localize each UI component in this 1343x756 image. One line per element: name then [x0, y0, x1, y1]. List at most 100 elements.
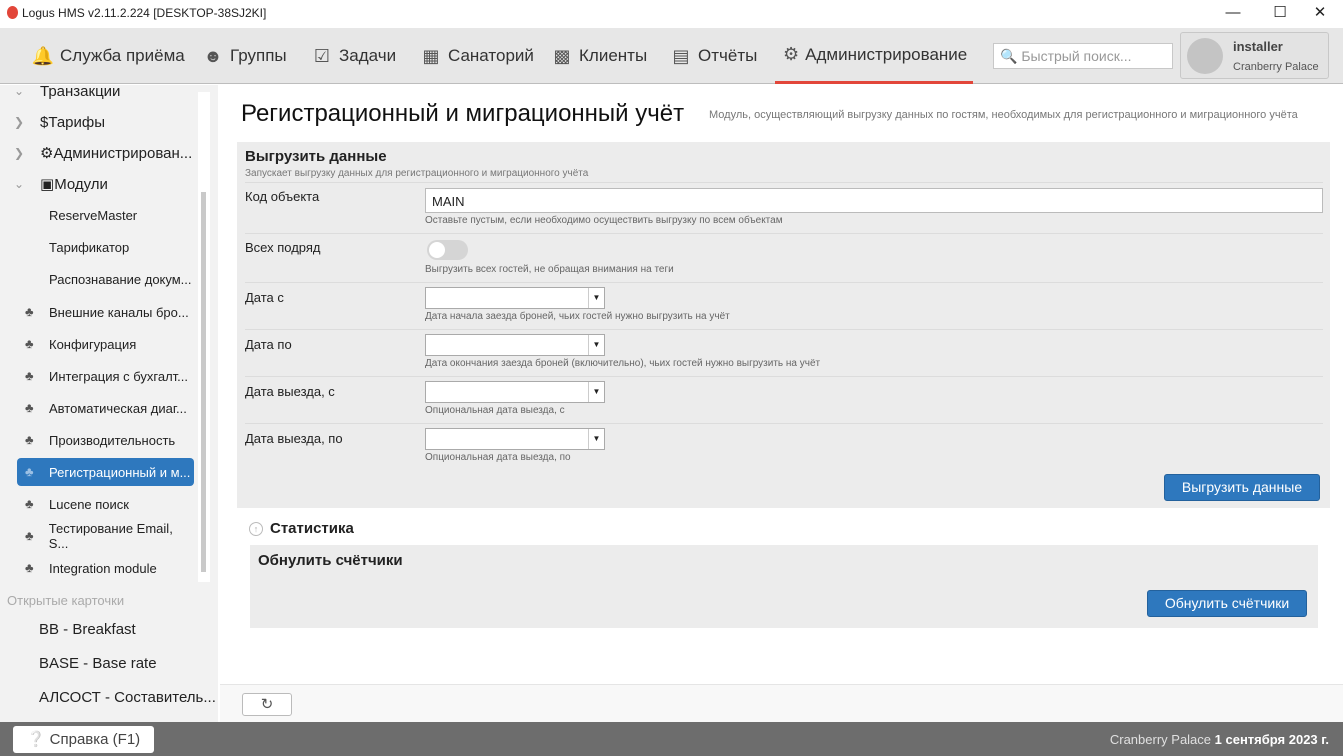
sidebar-item-label: Внешние каналы бро...	[49, 304, 189, 320]
avatar	[1187, 38, 1223, 74]
all-hint: Выгрузить всех гостей, не обращая вниман…	[425, 264, 674, 275]
date-from-label: Дата с	[245, 290, 284, 305]
gear-icon: ⚙	[40, 145, 54, 162]
sidebar-sub-item[interactable]: ReserveMaster	[49, 208, 137, 223]
open-card[interactable]: BASE - Base rate	[39, 655, 157, 672]
sidebar-item-label: Integration module	[49, 560, 157, 576]
puzzle-icon: ♣	[25, 528, 34, 543]
dropdown-arrow-icon[interactable]: ▼	[588, 288, 604, 308]
puzzle-icon: ♣	[25, 336, 34, 351]
nav-label: Служба приёма	[60, 46, 185, 65]
tree-label: Тарифы	[48, 113, 106, 131]
sidebar-item[interactable]: ♣ Конфигурация	[17, 330, 194, 358]
checkout-to-hint: Опциональная дата выезда, по	[425, 452, 571, 463]
sidebar-sub-item[interactable]: Распознавание докум...	[49, 272, 192, 287]
sidebar-sub-item[interactable]: Тарификатор	[49, 240, 129, 255]
puzzle-icon: ♣	[25, 400, 34, 415]
checkout-to-label: Дата выезда, по	[245, 431, 343, 446]
stats-title[interactable]: Статистика	[270, 520, 354, 537]
sidebar-item[interactable]: ♣ Производительность	[17, 426, 194, 454]
page-description: Модуль, осуществляющий выгрузку данных п…	[709, 109, 1298, 121]
object-code-hint: Оставьте пустым, если необходимо осущест…	[425, 215, 783, 226]
tree-label: Модули	[54, 175, 108, 193]
bar-chart-icon: ▤	[672, 45, 690, 66]
sidebar-item[interactable]: ♣ Внешние каналы бро...	[17, 298, 194, 326]
reset-counters-button[interactable]: Обнулить счётчики	[1147, 590, 1307, 617]
checkout-from-picker[interactable]: ▼	[425, 381, 605, 403]
scrollbar-thumb[interactable]	[201, 192, 206, 572]
nav-clients[interactable]: ▩ Клиенты	[551, 28, 647, 84]
tree-label: Администрирован...	[53, 144, 193, 162]
tree-administration[interactable]: ❯ ⚙ Администрирован...	[14, 139, 192, 167]
tree-modules[interactable]: ⌄ ▣ Модули	[14, 170, 108, 198]
open-card[interactable]: BB - Breakfast	[39, 621, 136, 638]
all-toggle[interactable]	[427, 240, 468, 260]
footer-property: Cranberry Palace	[1109, 732, 1212, 747]
nav-tasks[interactable]: ☑ Задачи	[311, 28, 396, 84]
sidebar-item[interactable]: ♣ Тестирование Email, S...	[17, 521, 194, 551]
sidebar-item-label: Регистрационный и м...	[49, 464, 191, 480]
date-from-picker[interactable]: ▼	[425, 287, 605, 309]
collapse-icon[interactable]: ↑	[249, 522, 263, 536]
close-button[interactable]: ✕	[1297, 2, 1343, 26]
tree-tariffs[interactable]: ❯ $ Тарифы	[14, 108, 105, 136]
nav-administration[interactable]: ⚙ Администрирование	[775, 28, 973, 84]
open-card[interactable]: АЛСОСТ - Составитель...	[39, 689, 216, 706]
quick-search-input[interactable]: 🔍 Быстрый поиск...	[993, 43, 1173, 69]
object-code-label: Код объекта	[245, 189, 320, 204]
sidebar-item-label: Тестирование Email, S...	[48, 521, 173, 551]
gears-icon: ⚙	[783, 44, 800, 64]
dollar-icon: $	[40, 113, 49, 131]
sidebar-item[interactable]: ♣ Интеграция с бухгалт...	[17, 362, 194, 390]
export-subtitle: Запускает выгрузку данных для регистраци…	[245, 168, 589, 179]
nav-label: Отчёты	[698, 46, 758, 65]
nav-reports[interactable]: ▤ Отчёты	[670, 28, 757, 84]
sidebar-item-label: Конфигурация	[49, 336, 137, 352]
user-panel[interactable]: installer Cranberry Palace	[1180, 32, 1329, 79]
sidebar-item-label: Интеграция с бухгалт...	[49, 368, 189, 384]
sidebar-item-label: Lucene поиск	[49, 496, 129, 512]
puzzle-icon: ♣	[25, 560, 34, 575]
sidebar-item[interactable]: ♣ Integration module	[17, 554, 194, 582]
tree-label: Транзакции	[40, 82, 121, 100]
sidebar: ⌄ Транзакции ❯ $ Тарифы ❯ ⚙ Администрирован..…	[0, 83, 218, 722]
nav-front-desk[interactable]: 🔔 Служба приёма	[32, 28, 185, 84]
nav-label: Администрирование	[805, 44, 968, 64]
nav-sanatorium[interactable]: ▦ Санаторий	[420, 28, 533, 84]
date-to-picker[interactable]: ▼	[425, 334, 605, 356]
export-button[interactable]: Выгрузить данные	[1164, 474, 1320, 501]
sidebar-item-label: Производительность	[49, 432, 176, 448]
minimize-button[interactable]: —	[1210, 2, 1256, 26]
object-code-input[interactable]: MAIN	[425, 188, 1323, 213]
checkout-from-label: Дата выезда, с	[245, 384, 335, 399]
title-bar: Logus HMS v2.11.2.224 [DESKTOP-38SJ2KI] …	[0, 0, 1343, 28]
dropdown-arrow-icon[interactable]: ▼	[588, 382, 604, 402]
sidebar-item[interactable]: ♣ Автоматическая диаг...	[17, 394, 194, 422]
dropdown-arrow-icon[interactable]: ▼	[588, 429, 604, 449]
nav-label: Задачи	[339, 46, 397, 65]
refresh-icon: ↻	[260, 696, 274, 713]
sidebar-item[interactable]: ♣ Lucene поиск	[17, 490, 194, 518]
help-label: Справка (F1)	[49, 731, 141, 748]
dropdown-arrow-icon[interactable]: ▼	[588, 335, 604, 355]
export-title: Выгрузить данные	[245, 148, 387, 165]
help-button[interactable]: ❔ Справка (F1)	[13, 726, 154, 753]
page-title: Регистрационный и миграционный учёт	[241, 100, 685, 127]
chevron-down-icon: ⌄	[14, 84, 25, 98]
sidebar-item-registration[interactable]: ♣ Регистрационный и м...	[17, 458, 194, 486]
open-cards-label: Открытые карточки	[7, 593, 125, 608]
reset-title: Обнулить счётчики	[258, 552, 403, 569]
puzzle-icon: ♣	[25, 368, 34, 383]
checkout-to-picker[interactable]: ▼	[425, 428, 605, 450]
puzzle-icon: ♣	[25, 464, 34, 479]
sidebar-scrollbar[interactable]	[198, 92, 210, 582]
chevron-right-icon: ❯	[14, 146, 25, 160]
nav-label: Группы	[230, 46, 287, 65]
tree-transactions[interactable]: ⌄ Транзакции	[14, 77, 120, 105]
nav-groups[interactable]: ☻ Группы	[202, 28, 287, 84]
chevron-down-icon: ⌄	[14, 177, 25, 191]
puzzle-icon: ♣	[25, 304, 34, 319]
refresh-button[interactable]: ↻	[242, 693, 292, 716]
search-icon: 🔍	[1000, 48, 1018, 64]
calendar-check-icon: ☑	[313, 45, 331, 66]
